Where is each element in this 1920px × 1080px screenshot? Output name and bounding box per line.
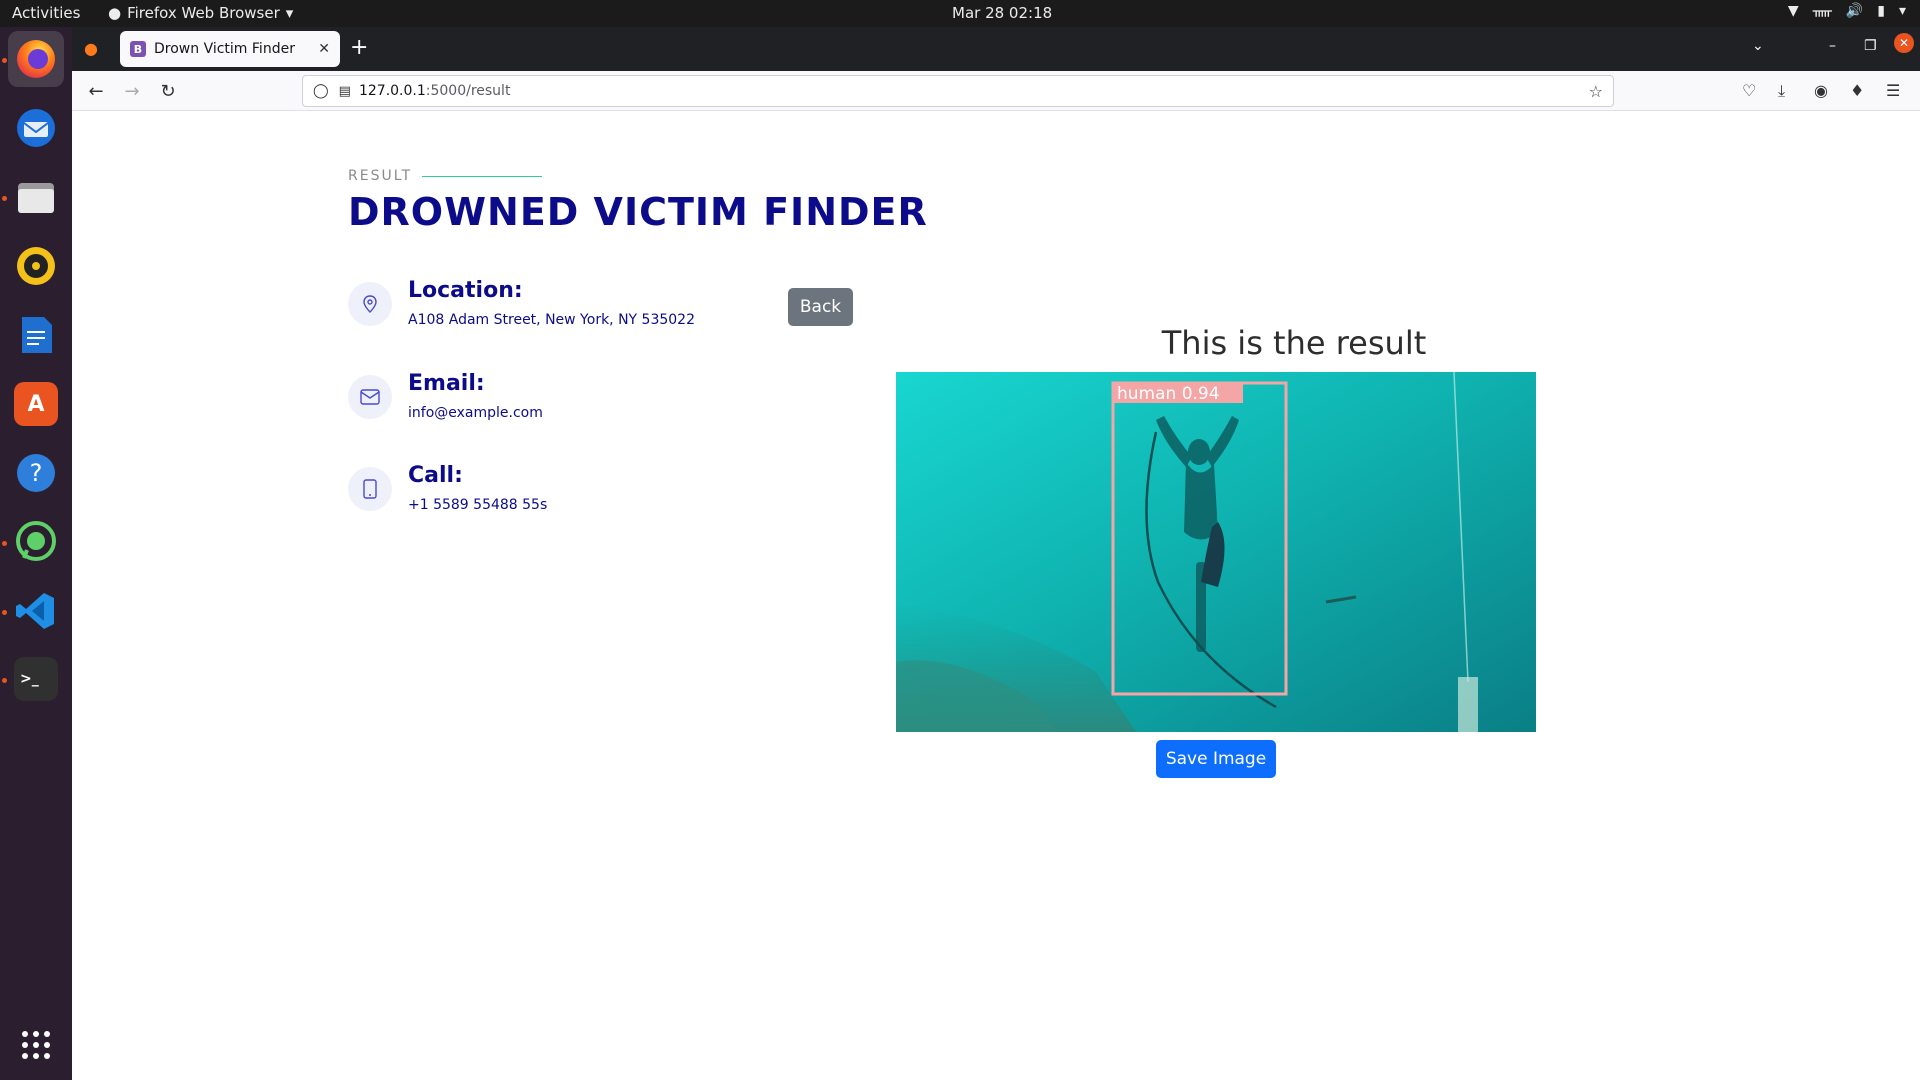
dock-vscode[interactable] bbox=[8, 583, 64, 639]
whatsapp-icon bbox=[16, 521, 56, 561]
app-menu[interactable]: ● Firefox Web Browser ▾ bbox=[108, 4, 293, 22]
back-button[interactable]: Back bbox=[788, 288, 853, 326]
files-icon bbox=[18, 183, 54, 213]
rhythmbox-icon bbox=[17, 247, 55, 285]
forward-arrow-icon[interactable]: → bbox=[120, 79, 144, 103]
terminal-icon: >_ bbox=[14, 657, 58, 701]
thunderbird-icon bbox=[17, 109, 55, 147]
section-label-text: RESULT bbox=[348, 168, 413, 184]
location-label: Location: bbox=[408, 278, 523, 303]
clock[interactable]: Mar 28 02:18 bbox=[952, 4, 1052, 22]
call-value: +1 5589 55488 55s bbox=[408, 497, 548, 513]
url-host: 127.0.0.1 bbox=[358, 83, 426, 99]
system-tray[interactable]: ▼ ᚅ 🔊 ▮ ▾ bbox=[1788, 3, 1906, 19]
phone-icon bbox=[348, 467, 392, 511]
email-label: Email: bbox=[408, 371, 485, 396]
running-indicator bbox=[2, 541, 7, 546]
new-tab-button[interactable]: + bbox=[350, 35, 368, 61]
vscode-icon bbox=[16, 593, 54, 629]
result-image: human 0.94 bbox=[896, 372, 1536, 732]
dock-files[interactable] bbox=[8, 169, 64, 225]
dock-help[interactable]: ? bbox=[8, 445, 64, 501]
help-icon: ? bbox=[17, 454, 55, 492]
running-indicator bbox=[2, 678, 7, 683]
battery-icon: ▮ bbox=[1877, 3, 1885, 19]
page-title: DROWNED VICTIM FINDER bbox=[348, 190, 928, 234]
tab-bar: ● B Drown Victim Finder ✕ + ⌄ – ❐ ✕ bbox=[72, 27, 1920, 71]
show-apps-button[interactable] bbox=[8, 1017, 64, 1073]
dock-firefox[interactable] bbox=[8, 31, 64, 87]
chevron-down-icon: ▾ bbox=[285, 4, 294, 22]
bootstrap-favicon-icon: B bbox=[130, 41, 146, 57]
back-arrow-icon[interactable]: ← bbox=[84, 79, 108, 103]
firefox-small-icon: ● bbox=[108, 4, 122, 22]
bookmark-star-icon[interactable]: ☆ bbox=[1589, 82, 1603, 101]
result-heading: This is the result bbox=[1161, 324, 1427, 362]
app-menu-label: Firefox Web Browser bbox=[127, 4, 280, 22]
reload-icon[interactable]: ↻ bbox=[156, 79, 180, 103]
section-label-line bbox=[422, 175, 543, 177]
list-tabs-chevron-icon[interactable]: ⌄ bbox=[1752, 38, 1764, 54]
running-indicator bbox=[2, 58, 7, 63]
close-icon[interactable]: ✕ bbox=[318, 41, 330, 57]
url-bar[interactable]: ◯ ▤ 127.0.0.1:5000/result ☆ bbox=[302, 75, 1614, 107]
pocket-icon[interactable]: ♡ bbox=[1742, 81, 1756, 100]
navigation-toolbar: ← → ↻ ◯ ▤ 127.0.0.1:5000/result ☆ ♡ ⤓ ◉ … bbox=[72, 71, 1920, 111]
running-indicator bbox=[2, 610, 7, 615]
bluetooth-icon: ᚅ bbox=[1812, 3, 1832, 19]
firefox-view-icon[interactable]: ● bbox=[84, 39, 98, 58]
chevron-down-icon: ▾ bbox=[1898, 3, 1906, 19]
dock: A ? >_ bbox=[0, 27, 72, 1080]
tab-title: Drown Victim Finder bbox=[154, 41, 295, 57]
grid-icon bbox=[22, 1031, 50, 1059]
downloads-icon[interactable]: ⤓ bbox=[1778, 81, 1785, 101]
dock-app-center[interactable]: A bbox=[8, 376, 64, 432]
detection-label: human 0.94 bbox=[1117, 384, 1220, 404]
dock-thunderbird[interactable] bbox=[8, 100, 64, 156]
page-content: RESULT DROWNED VICTIM FINDER Location: A… bbox=[72, 112, 1920, 1080]
dock-rhythmbox[interactable] bbox=[8, 238, 64, 294]
underwater-detection-image: human 0.94 bbox=[896, 372, 1536, 732]
restore-icon[interactable]: ❐ bbox=[1864, 38, 1877, 54]
wifi-icon: ▼ bbox=[1787, 3, 1799, 19]
svg-text:?: ? bbox=[30, 459, 43, 487]
app-center-icon: A bbox=[14, 382, 58, 426]
call-label: Call: bbox=[408, 463, 463, 488]
dock-terminal[interactable]: >_ bbox=[8, 651, 64, 707]
firefox-icon bbox=[17, 40, 55, 78]
email-value: info@example.com bbox=[408, 405, 543, 421]
page-icon[interactable]: ▤ bbox=[339, 84, 351, 99]
save-image-button[interactable]: Save Image bbox=[1156, 740, 1276, 778]
location-value: A108 Adam Street, New York, NY 535022 bbox=[408, 312, 695, 328]
extensions-icon[interactable]: ♦ bbox=[1850, 81, 1864, 100]
system-top-bar: Activities ● Firefox Web Browser ▾ Mar 2… bbox=[0, 0, 1920, 27]
close-window-icon[interactable]: ✕ bbox=[1894, 33, 1914, 53]
dock-writer[interactable] bbox=[8, 307, 64, 363]
dock-whatsapp[interactable] bbox=[8, 514, 64, 570]
volume-icon: 🔊 bbox=[1845, 3, 1864, 19]
shield-icon[interactable]: ◯ bbox=[313, 83, 329, 99]
map-pin-icon bbox=[348, 282, 392, 326]
tab-drown-victim-finder[interactable]: B Drown Victim Finder ✕ bbox=[120, 31, 340, 67]
writer-icon bbox=[22, 317, 52, 353]
menu-icon[interactable]: ☰ bbox=[1886, 81, 1900, 100]
activities-button[interactable]: Activities bbox=[12, 4, 80, 22]
account-icon[interactable]: ◉ bbox=[1814, 81, 1828, 100]
section-label: RESULT bbox=[348, 168, 543, 184]
envelope-icon bbox=[348, 375, 392, 419]
url-path: :5000/result bbox=[425, 83, 511, 99]
running-indicator bbox=[2, 196, 7, 201]
minimize-icon[interactable]: – bbox=[1829, 38, 1836, 54]
